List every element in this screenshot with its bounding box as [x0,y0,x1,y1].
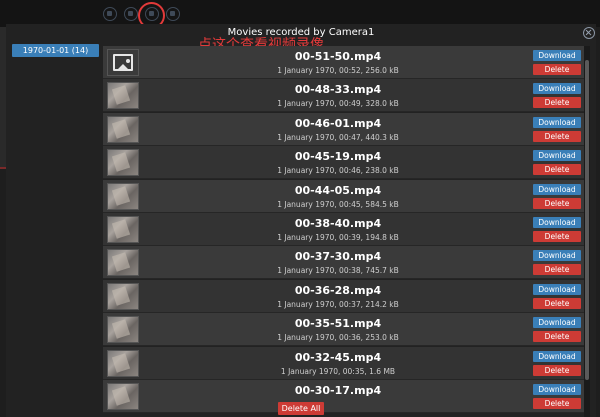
movie-meta: 1 January 1970, 00:39, 194.8 kB [277,233,399,242]
movie-name: 00-44-05.mp4 [294,183,382,197]
movie-meta: 1 January 1970, 00:46, 238.0 kB [277,166,399,176]
movie-name: 00-32-45.mp4 [294,350,382,364]
video-thumbnail[interactable] [107,282,139,310]
movie-row: 00-44-05.mp4 1 January 1970, 00:45, 584.5… [103,179,584,213]
movie-row: 00-37-30.mp4 1 January 1970, 00:38, 745.7… [103,246,584,280]
list-scrollbar-thumb[interactable] [585,60,589,380]
delete-all-button[interactable]: Delete All [278,402,324,415]
movie-row: 00-45-19.mp4 1 January 1970, 00:46, 238.0… [103,146,584,180]
movie-row: 00-46-01.mp4 1 January 1970, 00:47, 440.3… [103,112,584,146]
delete-button[interactable]: Delete [533,331,581,343]
movie-row: 00-36-28.mp4 1 January 1970, 00:37, 214.2… [103,279,584,313]
download-button[interactable]: Download [533,350,581,362]
image-placeholder-icon[interactable] [107,49,139,76]
download-button[interactable]: Download [533,283,581,295]
video-thumbnail[interactable] [107,182,139,210]
movie-meta: 1 January 1970, 00:36, 253.0 kB [277,333,399,343]
download-button[interactable]: Download [533,83,581,95]
video-thumbnail[interactable] [107,316,139,344]
movie-meta: 1 January 1970, 00:49, 328.0 kB [277,99,399,109]
delete-button[interactable]: Delete [533,231,581,242]
movie-row: 00-51-50.mp4 1 January 1970, 00:52, 256.0… [103,46,584,79]
delete-button[interactable]: Delete [533,364,581,376]
screen: Movies recorded by Camera1 点这个查看视频录像 197… [0,0,600,417]
movie-meta: 1 January 1970, 00:38, 745.7 kB [277,266,399,276]
delete-button[interactable]: Delete [533,197,581,209]
movie-name: 00-48-33.mp4 [294,83,382,97]
delete-button[interactable]: Delete [533,130,581,142]
download-button[interactable]: Download [533,317,581,329]
video-thumbnail[interactable] [107,383,139,410]
download-button[interactable]: Download [533,183,581,195]
movie-meta: 1 January 1970, 00:45, 584.5 kB [277,199,399,209]
video-thumbnail[interactable] [107,249,139,277]
close-icon[interactable] [583,27,595,39]
delete-button[interactable]: Delete [533,64,581,75]
movie-meta: 1 January 1970, 00:37, 214.2 kB [277,299,399,309]
movie-row: 00-48-33.mp4 1 January 1970, 00:49, 328.0… [103,79,584,113]
movie-meta: 1 January 1970, 00:47, 440.3 kB [277,132,399,142]
delete-button[interactable]: Delete [533,398,581,409]
download-button[interactable]: Download [533,50,581,61]
delete-button[interactable]: Delete [533,264,581,276]
camera-toolbar [0,0,600,29]
movies-dialog: Movies recorded by Camera1 点这个查看视频录像 197… [6,24,596,417]
movie-name: 00-30-17.mp4 [294,384,382,397]
movie-row: 00-30-17.mp4 Download Delete [103,380,584,413]
movie-name: 00-36-28.mp4 [294,283,382,297]
video-thumbnail[interactable] [107,82,139,110]
movie-list[interactable]: 00-51-50.mp4 1 January 1970, 00:52, 256.0… [103,46,584,417]
pictures-icon[interactable] [124,7,138,21]
movie-name: 00-45-19.mp4 [294,150,382,164]
download-button[interactable]: Download [533,250,581,262]
video-thumbnail[interactable] [107,216,139,243]
movie-meta: 1 January 1970, 00:35, 1.6 MB [280,366,396,376]
movie-name: 00-46-01.mp4 [294,116,382,130]
download-button[interactable]: Download [533,116,581,128]
camera-settings-icon[interactable] [103,7,117,21]
movie-name: 00-35-51.mp4 [294,317,382,331]
delete-button[interactable]: Delete [533,164,581,176]
video-thumbnail[interactable] [107,349,139,377]
download-button[interactable]: Download [533,150,581,162]
movie-row: 00-35-51.mp4 1 January 1970, 00:36, 253.0… [103,313,584,347]
movie-name: 00-38-40.mp4 [294,217,382,230]
fullscreen-icon[interactable] [166,7,180,21]
delete-button[interactable]: Delete [533,297,581,309]
video-thumbnail[interactable] [107,115,139,143]
download-button[interactable]: Download [533,384,581,395]
movie-row: 00-38-40.mp4 1 January 1970, 00:39, 194.8… [103,213,584,246]
delete-button[interactable]: Delete [533,97,581,109]
video-thumbnail[interactable] [107,149,139,177]
movie-meta: 1 January 1970, 00:52, 256.0 kB [277,66,399,75]
movie-name: 00-37-30.mp4 [294,250,382,264]
download-button[interactable]: Download [533,217,581,228]
date-group-button[interactable]: 1970-01-01 (14) [12,44,99,57]
movie-row: 00-32-45.mp4 1 January 1970, 00:35, 1.6 M… [103,346,584,380]
movie-name: 00-51-50.mp4 [294,50,382,63]
